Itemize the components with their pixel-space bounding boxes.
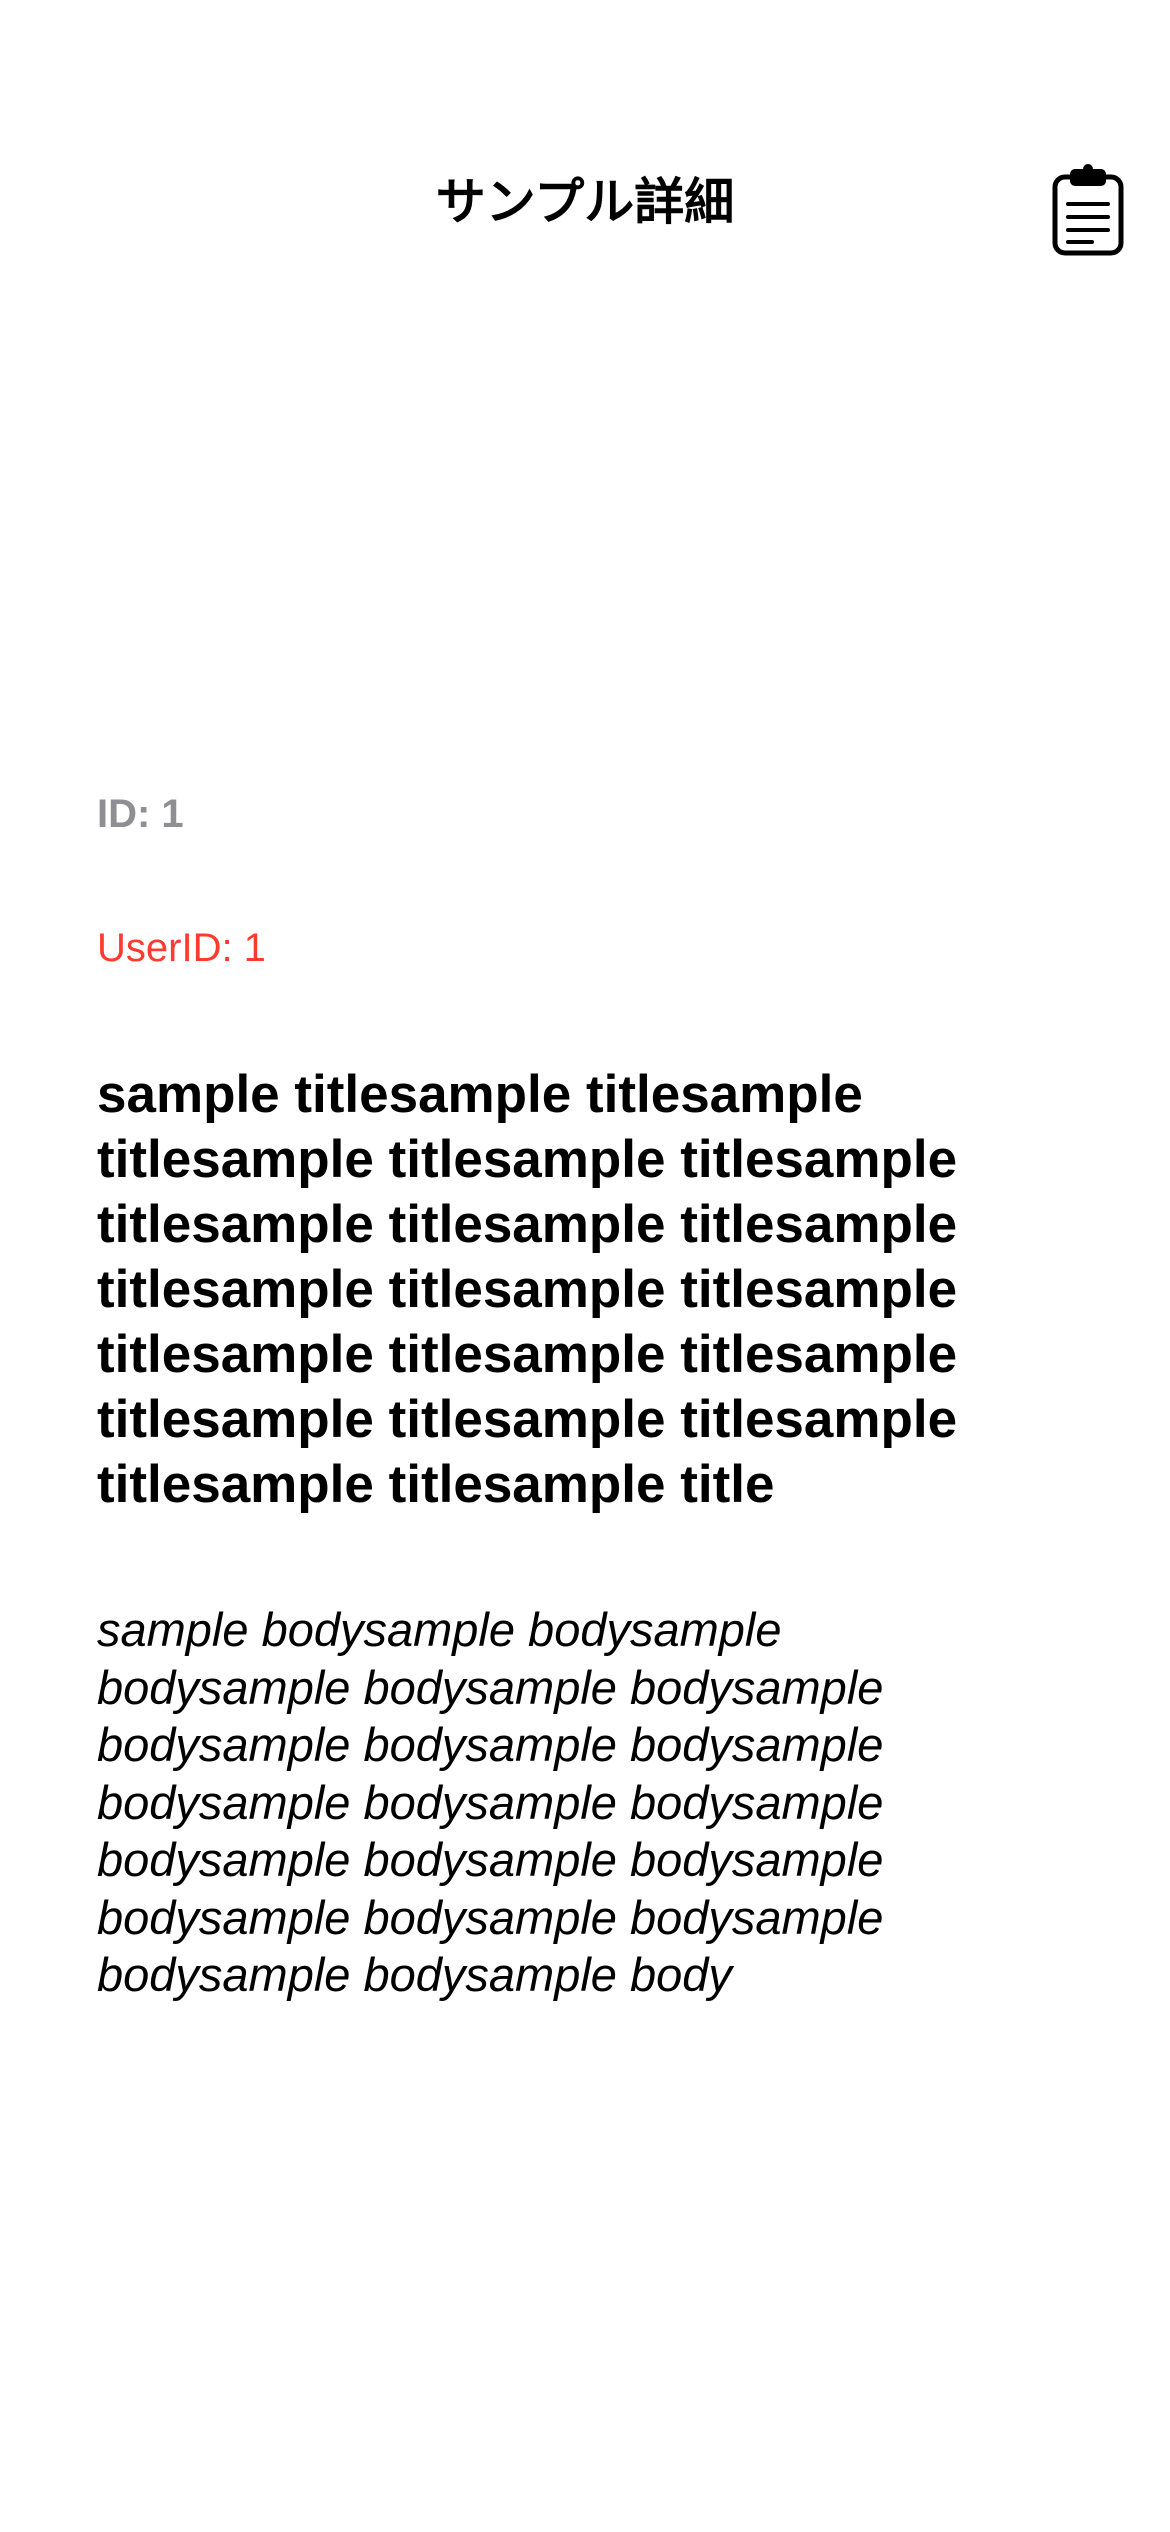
clipboard-button[interactable] xyxy=(1048,164,1128,256)
detail-content: ID: 1 UserID: 1 sample titlesample title… xyxy=(97,790,1077,2004)
user-id-label: UserID: 1 xyxy=(97,926,266,970)
id-label: ID: 1 xyxy=(97,792,184,836)
page-title: サンプル詳細 xyxy=(435,173,735,231)
clipboard-icon xyxy=(1052,164,1124,256)
post-body: sample bodysample bodysample bodysample … xyxy=(97,1603,884,2001)
post-title: sample titlesample titlesample titlesamp… xyxy=(97,1065,958,1514)
navigation-bar: サンプル詳細 xyxy=(0,150,1170,270)
